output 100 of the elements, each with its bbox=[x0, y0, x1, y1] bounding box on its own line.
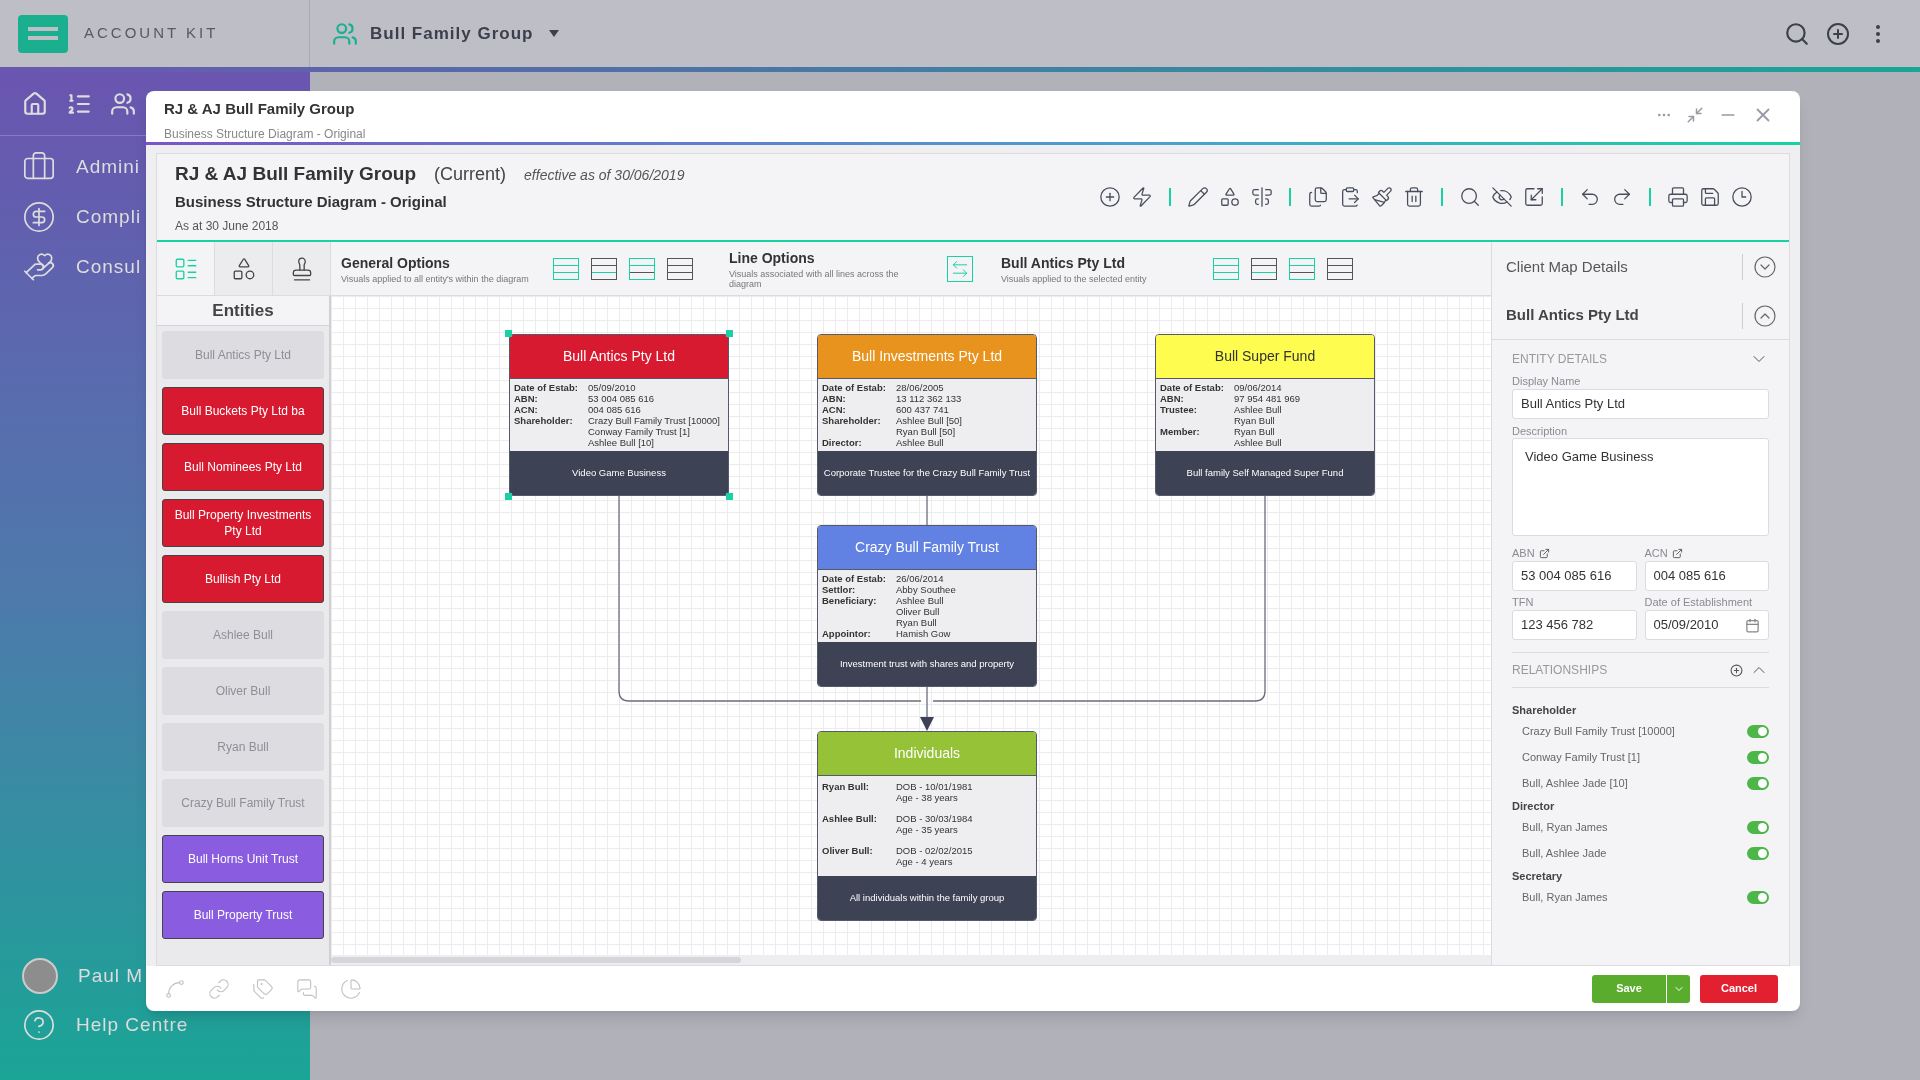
field-value: DOB - 30/03/1984 bbox=[896, 813, 973, 824]
layout-icon[interactable] bbox=[1289, 257, 1315, 280]
search-icon[interactable] bbox=[1459, 186, 1481, 208]
layout-icon[interactable] bbox=[591, 257, 617, 280]
add-icon[interactable] bbox=[1730, 663, 1743, 677]
toggle-switch[interactable] bbox=[1747, 724, 1769, 738]
field-value: Ryan Bull [50] bbox=[896, 426, 957, 437]
field-label: Beneficiary: bbox=[822, 595, 878, 608]
add-icon[interactable] bbox=[1099, 186, 1121, 208]
entity-item[interactable]: Bull Horns Unit Trust bbox=[162, 835, 324, 883]
entity-item[interactable]: Bull Property Trust bbox=[162, 891, 324, 939]
search-icon[interactable] bbox=[1784, 20, 1810, 47]
entity-node[interactable]: Bull Antics Pty Ltd Date of Estab: 05/09/2010 ABN: 53 004 085 616 ACN: 004 085 616 Shareholder: Crazy Bull Family Trust [10000] Conway Family Trust [1] Ashlee Bull [10] Video Game Business bbox=[509, 334, 729, 496]
field-value: 28/06/2005 bbox=[896, 382, 944, 393]
entity-item[interactable]: Bull Buckets Pty Ltd ba bbox=[162, 387, 324, 435]
resize-icon[interactable] bbox=[1523, 186, 1545, 208]
collapse-icon[interactable] bbox=[1686, 106, 1704, 124]
group-selector[interactable]: Bull Family Group bbox=[370, 20, 560, 47]
side-tab[interactable] bbox=[215, 242, 273, 295]
entity-node[interactable]: Individuals Ryan Bull: DOB - 10/01/1981 Age - 38 years Ashlee Bull: DOB - 30/03/1984 Age - 35 years Oliver Bull: DOB - 02/02/2015 Age - 4 years All individuals within the family group bbox=[817, 731, 1037, 921]
print-icon[interactable] bbox=[1667, 186, 1689, 208]
text-field[interactable]: 05/09/2010 bbox=[1644, 610, 1769, 640]
expand-icon[interactable] bbox=[1753, 255, 1777, 279]
hand-plant-icon[interactable] bbox=[22, 250, 56, 284]
cancel-button[interactable]: Cancel bbox=[1700, 974, 1778, 1003]
add-icon[interactable] bbox=[1826, 21, 1850, 46]
layout-icon[interactable] bbox=[629, 257, 655, 280]
entity-item[interactable]: Bull Property Investments Pty Ltd bbox=[162, 499, 324, 547]
field-value: Age - 35 years bbox=[896, 824, 959, 835]
node-title: Individuals bbox=[818, 732, 1036, 776]
toggle-switch[interactable] bbox=[1747, 890, 1769, 904]
text-field[interactable]: 53 004 085 616 bbox=[1512, 561, 1637, 591]
dollar-icon[interactable] bbox=[22, 200, 56, 234]
options-description: Visuals applied to all entity's within the diagram bbox=[341, 274, 530, 284]
toggle-switch[interactable] bbox=[1747, 846, 1769, 860]
scrollbar-thumb[interactable] bbox=[331, 957, 741, 963]
selection-handle[interactable] bbox=[726, 330, 733, 337]
toggle-switch[interactable] bbox=[1747, 750, 1769, 764]
nav-item[interactable]: Compli bbox=[76, 202, 142, 232]
paste-icon[interactable] bbox=[1339, 186, 1361, 208]
home-icon[interactable] bbox=[22, 90, 48, 117]
field-label: Date of Estab: bbox=[1160, 382, 1225, 393]
selection-handle[interactable] bbox=[505, 493, 512, 500]
field-label: Shareholder: bbox=[822, 415, 882, 428]
external-link-icon[interactable] bbox=[1671, 548, 1683, 559]
entity-node[interactable]: Bull Super Fund Date of Estab: 09/06/2014 ABN: 97 954 481 969 Trustee: Ashlee Bull Ryan Bull Member: Ryan Bull Ashlee Bull Bull family Self Managed Super Fund bbox=[1155, 334, 1375, 496]
undo-icon[interactable] bbox=[1579, 186, 1601, 208]
field-value: Age - 4 years bbox=[896, 856, 954, 867]
people-icon[interactable] bbox=[110, 90, 136, 117]
entity-item[interactable]: Bull Nominees Pty Ltd bbox=[162, 443, 324, 491]
toggle-switch[interactable] bbox=[1747, 776, 1769, 790]
brush-icon[interactable] bbox=[1371, 186, 1393, 208]
entity-item[interactable]: Bullish Pty Ltd bbox=[162, 555, 324, 603]
field-label: TFN bbox=[1512, 595, 1534, 611]
field-label: Ashlee Bull: bbox=[822, 813, 878, 826]
save-options-button[interactable] bbox=[1666, 974, 1690, 1003]
save-button[interactable]: Save bbox=[1592, 974, 1666, 1003]
field-value: 05/09/2010 bbox=[588, 382, 636, 393]
selection-handle[interactable] bbox=[726, 493, 733, 500]
field-label: ACN bbox=[1644, 546, 1668, 562]
nav-item[interactable]: Consul bbox=[76, 252, 142, 282]
save-icon[interactable] bbox=[1699, 186, 1721, 208]
pencil-icon[interactable] bbox=[1187, 186, 1209, 208]
relationship-role: Secretary bbox=[1512, 869, 1564, 884]
text-field[interactable]: 004 085 616 bbox=[1644, 561, 1769, 591]
relationship-role: Director bbox=[1512, 799, 1556, 814]
toggle-switch[interactable] bbox=[1747, 820, 1769, 834]
lightning-icon[interactable] bbox=[1131, 186, 1153, 208]
text-field[interactable]: 123 456 782 bbox=[1512, 610, 1637, 640]
layout-icon[interactable] bbox=[1251, 257, 1277, 280]
eye-off-icon[interactable] bbox=[1491, 186, 1513, 208]
redo-icon[interactable] bbox=[1611, 186, 1633, 208]
copy-icon[interactable] bbox=[1307, 186, 1329, 208]
options-title: Line Options bbox=[729, 249, 816, 268]
align-icon[interactable] bbox=[1251, 186, 1273, 208]
field-value: 004 085 616 bbox=[588, 404, 641, 415]
layout-icon[interactable] bbox=[667, 257, 693, 280]
relationship-role: Shareholder bbox=[1512, 703, 1578, 718]
calendar-icon[interactable] bbox=[1745, 617, 1760, 633]
field-label: ABN bbox=[1512, 546, 1535, 562]
node-title: Bull Antics Pty Ltd bbox=[510, 335, 728, 379]
field-label: Trustee: bbox=[1160, 404, 1198, 417]
field-label: Ryan Bull: bbox=[822, 781, 870, 794]
field-value: Ashlee Bull bbox=[896, 437, 944, 448]
delete-icon[interactable] bbox=[1403, 186, 1425, 208]
help-icon[interactable] bbox=[22, 1008, 56, 1042]
field-value: DOB - 02/02/2015 bbox=[896, 845, 973, 856]
description-field[interactable]: Video Game Business bbox=[1512, 438, 1769, 536]
entity-node[interactable] bbox=[817, 334, 1037, 496]
collapse-icon[interactable] bbox=[1753, 303, 1777, 328]
side-tab[interactable] bbox=[273, 242, 331, 295]
text-field[interactable]: Bull Antics Pty Ltd bbox=[1512, 389, 1769, 419]
external-link-icon[interactable] bbox=[1538, 548, 1550, 559]
nav-item[interactable]: Admini bbox=[76, 152, 141, 182]
entity-node[interactable]: Crazy Bull Family Trust Date of Estab: 26/06/2014 Settlor: Abby Southee Beneficiary: Ashlee Bull Oliver Bull Ryan Bull Appointor: Hamish Gow Investment trust with shares and property bbox=[817, 525, 1037, 687]
field-label: ACN: bbox=[514, 404, 539, 415]
clock-icon[interactable] bbox=[1731, 186, 1753, 208]
selection-handle[interactable] bbox=[505, 330, 512, 337]
layout-icon[interactable] bbox=[1327, 257, 1353, 280]
shapes-icon[interactable] bbox=[1219, 186, 1241, 208]
